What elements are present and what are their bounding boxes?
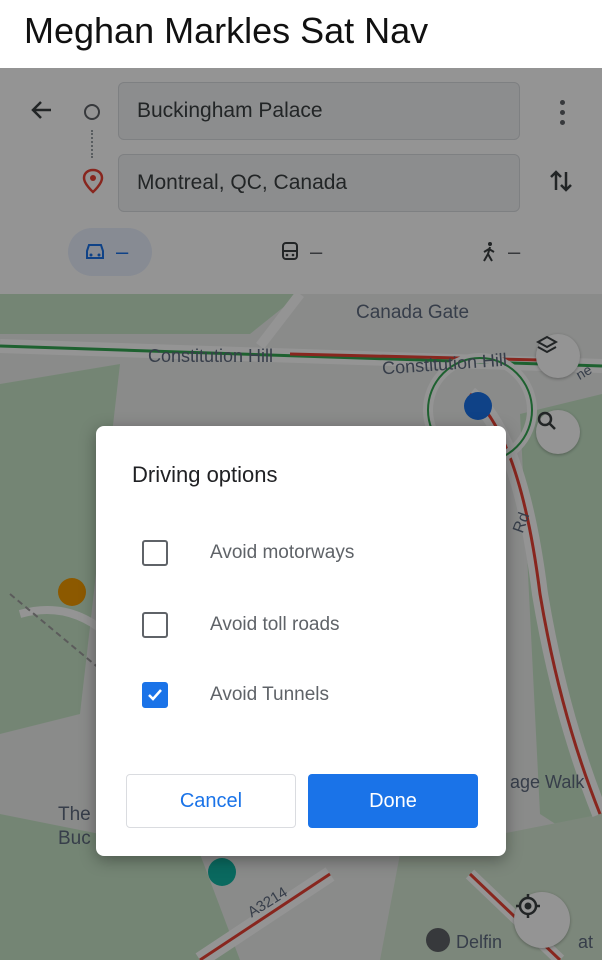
meme-title: Meghan Markles Sat Nav [24, 10, 429, 51]
driving-options-dialog: Driving options Avoid motorways Avoid to… [96, 426, 506, 856]
meme-header: Meghan Markles Sat Nav [0, 0, 602, 68]
maps-screen: Canada Gate Constitution Hill Constituti… [0, 68, 602, 960]
option-label: Avoid motorways [210, 542, 355, 563]
dialog-title: Driving options [132, 462, 278, 487]
cancel-button[interactable]: Cancel [126, 774, 296, 828]
avoid-toll-roads-checkbox[interactable] [142, 612, 168, 638]
done-button[interactable]: Done [308, 774, 478, 828]
option-avoid-toll-roads[interactable]: Avoid toll roads [140, 606, 480, 646]
checkmark-icon [148, 689, 162, 701]
avoid-motorways-checkbox[interactable] [142, 540, 168, 566]
option-avoid-tunnels[interactable]: Avoid Tunnels [140, 676, 480, 716]
option-avoid-motorways[interactable]: Avoid motorways [140, 534, 480, 574]
option-label: Avoid Tunnels [210, 684, 330, 705]
avoid-tunnels-checkbox[interactable] [142, 682, 168, 708]
option-label: Avoid toll roads [210, 614, 340, 635]
